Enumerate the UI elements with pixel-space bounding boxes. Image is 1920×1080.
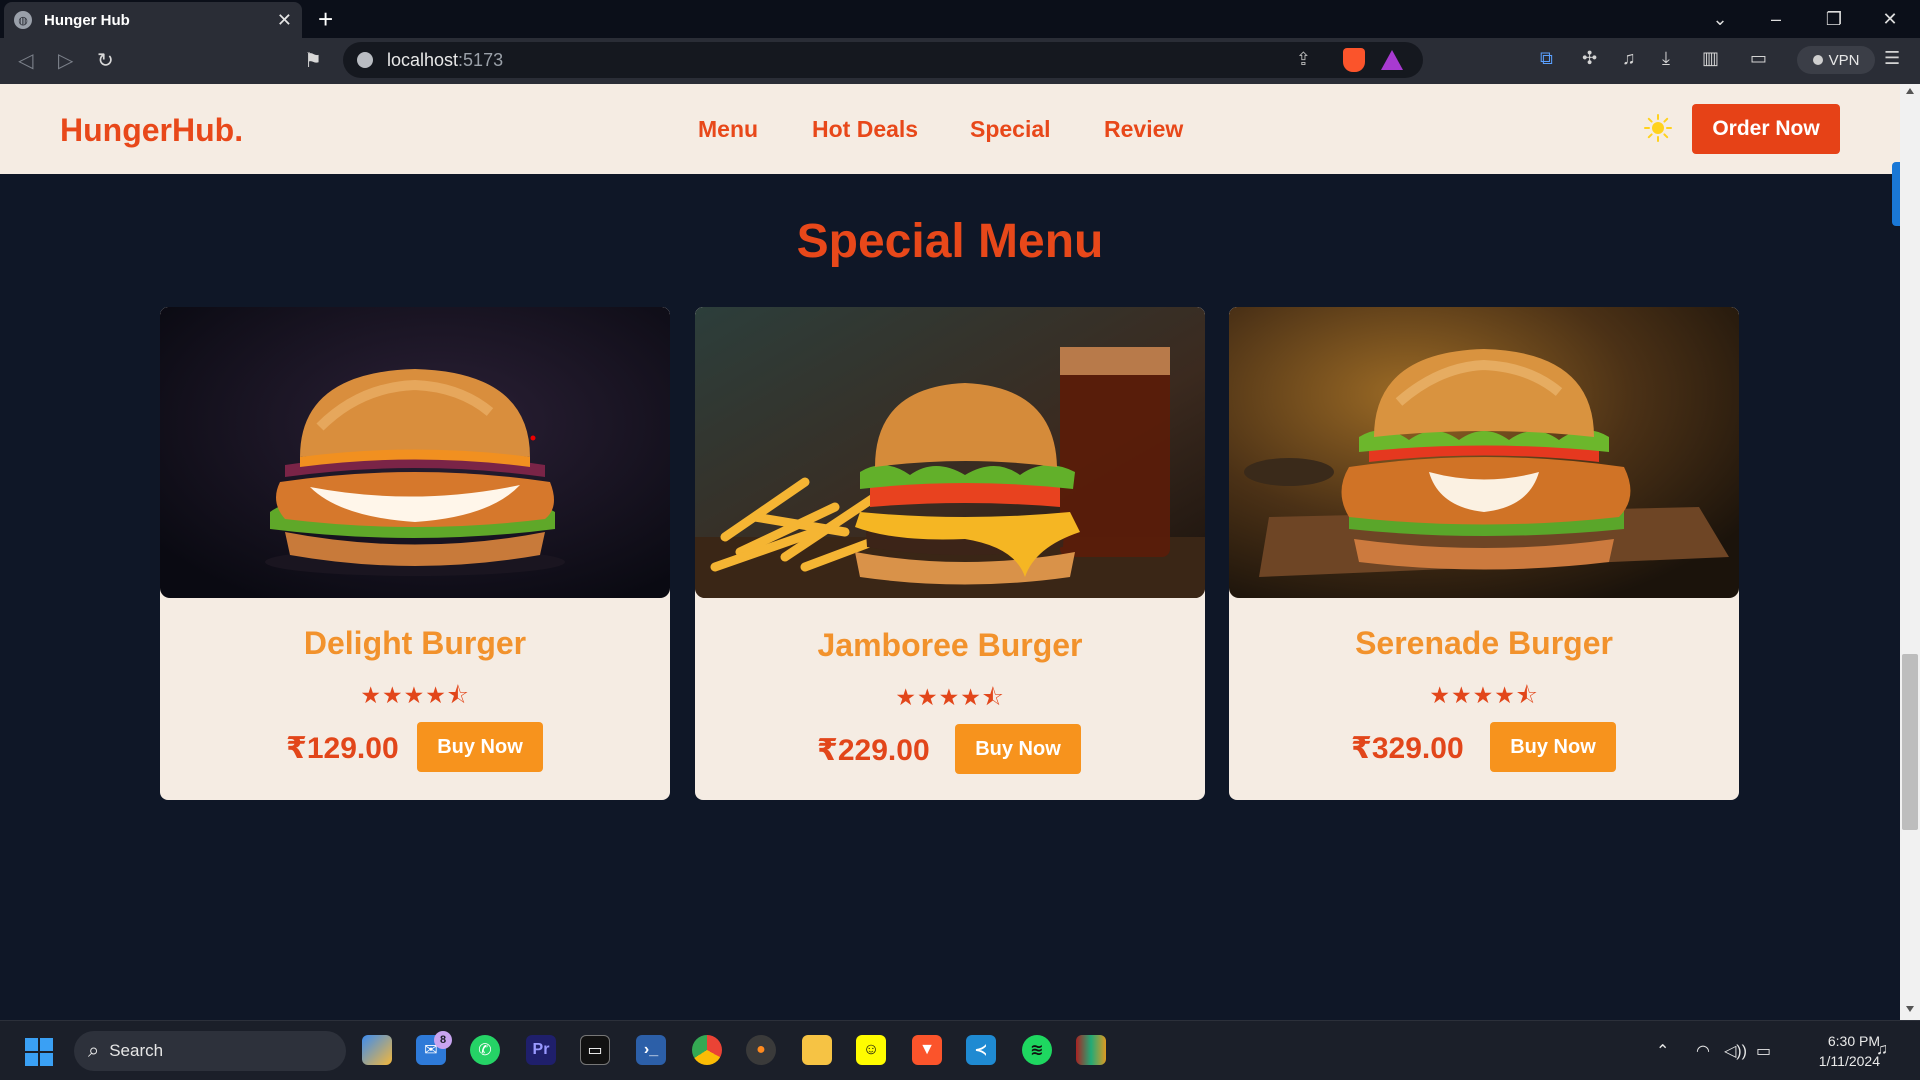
clock-time: 6:30 PM (1827, 1033, 1880, 1049)
browser-tab[interactable]: ◍ Hunger Hub ✕ (4, 2, 302, 38)
powershell-icon[interactable]: ›_ (636, 1035, 666, 1065)
copilot-icon[interactable] (362, 1035, 392, 1065)
order-now-button[interactable]: Order Now (1692, 104, 1840, 154)
vpn-label: VPN (1828, 51, 1860, 69)
brave-rewards-icon[interactable] (1381, 50, 1403, 70)
product-price: ₹129.00 (286, 732, 399, 765)
minimize-icon[interactable]: – (1748, 0, 1804, 38)
url-host: localhost (387, 49, 459, 70)
system-clock[interactable]: 6:30 PM 1/11/2024 (1790, 1031, 1880, 1071)
site-header: HungerHub. Menu Hot Deals Special Review… (0, 84, 1900, 174)
premiere-icon[interactable]: Pr (526, 1035, 556, 1065)
special-menu-section: Special Menu Delight Burger ★★★★⯪ ₹129.0… (0, 174, 1900, 1020)
media-icon[interactable]: ♫ (1622, 48, 1636, 69)
burger-image (1229, 307, 1739, 598)
search-icon: ⌕ (88, 1039, 100, 1062)
scroll-up-icon[interactable] (1906, 88, 1914, 94)
forward-icon[interactable]: ▷ (58, 48, 73, 73)
terminal-icon[interactable]: ▭ (580, 1035, 610, 1065)
back-icon[interactable]: ◁ (18, 48, 33, 73)
page-scrollbar[interactable] (1900, 84, 1920, 1020)
wallet-icon[interactable]: ▭ (1750, 48, 1767, 69)
spotify-icon[interactable]: ≋ (1022, 1035, 1052, 1065)
product-name: Delight Burger (303, 625, 527, 661)
rating-stars-icon: ★★★★⯪ (1429, 682, 1539, 708)
windows-taskbar: ⌕ Search ✉ 8 ✆ Pr ▭ ›_ ● ☺ ▼ ≺ ≋ ⌃ ◠ ◁))… (0, 1020, 1920, 1080)
extensions-icon[interactable]: ✣ (1582, 48, 1597, 69)
nav-hot-deals[interactable]: Hot Deals (812, 116, 918, 143)
browser-tabbar: ◍ Hunger Hub ✕ + ⌄ – ❐ ✕ (0, 0, 1920, 38)
side-panel-indicator (1892, 162, 1900, 226)
menu-icon[interactable]: ☰ (1884, 48, 1900, 69)
windows-start-icon[interactable] (24, 1037, 54, 1067)
logo[interactable]: HungerHub. (60, 112, 243, 149)
rating-stars-icon: ★★★★⯪ (360, 682, 470, 708)
product-card: Delight Burger ★★★★⯪ ₹129.00 Buy Now (160, 307, 670, 800)
buy-now-button[interactable]: Buy Now (417, 722, 543, 772)
file-explorer-icon[interactable] (802, 1035, 832, 1065)
address-bar[interactable]: localhost:5173 ⇪ (343, 42, 1423, 78)
vpn-button[interactable]: VPN (1797, 46, 1875, 74)
bookmark-icon[interactable]: ⚑ (304, 48, 322, 73)
battery-icon[interactable]: ▭ (1756, 1041, 1771, 1061)
sidebar-icon[interactable]: ▥ (1702, 48, 1719, 69)
burger-image (160, 307, 670, 598)
section-title: Special Menu (796, 215, 1104, 268)
taskbar-search-label: Search (109, 1041, 164, 1060)
vscode-icon[interactable]: ≺ (966, 1035, 996, 1065)
rating-stars-icon: ★★★★⯪ (895, 684, 1005, 710)
vpn-status-icon (1812, 55, 1823, 65)
tab-title: Hunger Hub (44, 11, 130, 29)
globe-icon: ◍ (14, 11, 32, 29)
whatsapp-icon[interactable]: ✆ (470, 1035, 500, 1065)
burger-image (695, 307, 1205, 598)
product-name: Serenade Burger (1355, 625, 1613, 661)
sun-icon[interactable] (1644, 114, 1672, 142)
volume-icon[interactable]: ◁)) (1724, 1041, 1747, 1061)
winrar-icon[interactable] (1076, 1035, 1106, 1065)
nav-review[interactable]: Review (1104, 116, 1183, 143)
fl-studio-icon[interactable]: ● (746, 1035, 776, 1065)
new-tab-button[interactable]: + (318, 4, 333, 35)
restore-icon[interactable]: ❐ (1806, 0, 1862, 38)
product-price: ₹329.00 (1351, 732, 1464, 765)
site-info-icon[interactable] (357, 52, 373, 68)
buy-now-button[interactable]: Buy Now (955, 724, 1081, 774)
product-card: Serenade Burger ★★★★⯪ ₹329.00 Buy Now (1229, 307, 1739, 800)
clock-date: 1/11/2024 (1818, 1053, 1880, 1069)
share-icon[interactable]: ⇪ (1296, 49, 1311, 70)
window-close-icon[interactable]: ✕ (1862, 0, 1918, 38)
tab-search-icon[interactable]: ⌄ (1692, 0, 1748, 38)
close-tab-icon[interactable]: ✕ (277, 10, 292, 31)
url-port: :5173 (458, 49, 504, 70)
buy-now-button[interactable]: Buy Now (1490, 722, 1616, 772)
chrome-icon[interactable] (692, 1035, 722, 1065)
reload-icon[interactable]: ↻ (97, 48, 114, 73)
product-card: Jamboree Burger ★★★★⯪ ₹229.00 Buy Now (695, 307, 1205, 800)
download-icon[interactable]: ⤓ (1662, 48, 1670, 69)
translate-icon[interactable]: ⧉ (1540, 48, 1553, 69)
brave-icon[interactable]: ▼ (912, 1035, 942, 1065)
brave-shields-icon[interactable] (1343, 48, 1365, 72)
product-name: Jamboree Burger (817, 627, 1083, 663)
mail-badge: 8 (434, 1031, 452, 1049)
taskbar-search[interactable]: ⌕ Search (74, 1031, 346, 1071)
scroll-thumb[interactable] (1902, 654, 1918, 830)
chevron-up-icon[interactable]: ⌃ (1656, 1041, 1669, 1061)
scroll-down-icon[interactable] (1906, 1006, 1914, 1012)
nav-menu[interactable]: Menu (698, 116, 758, 143)
product-price: ₹229.00 (817, 734, 930, 767)
nav-special[interactable]: Special (970, 116, 1051, 143)
notification-bell-icon[interactable]: ♫ (1876, 1041, 1888, 1059)
snapchat-icon[interactable]: ☺ (856, 1035, 886, 1065)
wifi-icon[interactable]: ◠ (1696, 1041, 1710, 1061)
